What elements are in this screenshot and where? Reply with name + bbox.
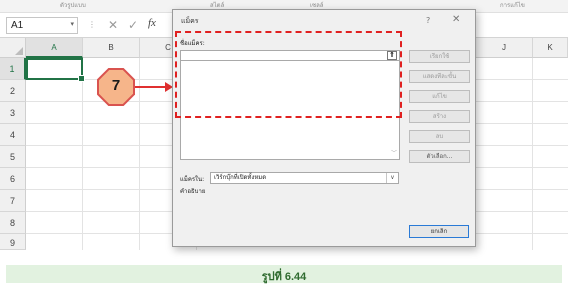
select-all-corner[interactable] <box>0 38 26 58</box>
active-cell-a1[interactable] <box>26 58 85 82</box>
description-label: คำอธิบาย <box>180 188 206 195</box>
cancel-button[interactable]: ยกเลิก <box>409 225 469 238</box>
row-header-7[interactable]: 7 <box>0 190 26 212</box>
column-header-a[interactable]: A <box>26 38 83 58</box>
macros-in-label: แม็ครใน: <box>180 176 205 183</box>
delete-button[interactable]: ลบ <box>409 130 470 143</box>
create-button[interactable]: สร้าง <box>409 110 470 123</box>
screenshot-stage: ตัวรูปแบบ สไตล์ เซลล์ การแก้ไข A1 ▾ ⋮ ✕ … <box>0 0 568 289</box>
edit-button[interactable]: แก้ไข <box>409 90 470 103</box>
column-header-j[interactable]: J <box>476 38 533 58</box>
help-icon[interactable]: ? <box>426 16 430 25</box>
more-options-icon: ⋮ <box>88 20 96 29</box>
macros-in-value: เวิร์กบุ๊กที่เปิดทั้งหมด <box>214 174 267 181</box>
figure-caption-bar: รูปที่ 6.44 <box>6 265 562 283</box>
row-header-6[interactable]: 6 <box>0 168 26 190</box>
row-header-2[interactable]: 2 <box>0 80 26 102</box>
row-header-4[interactable]: 4 <box>0 124 26 146</box>
cancel-icon[interactable]: ✕ <box>108 18 118 32</box>
highlight-frame <box>175 31 402 118</box>
name-box-value: A1 <box>11 20 24 31</box>
row-header-9[interactable]: 9 <box>0 234 26 250</box>
name-box[interactable]: A1 ▾ <box>6 17 78 34</box>
dialog-title: แม็คร <box>181 17 199 25</box>
enter-icon[interactable]: ✓ <box>128 18 138 32</box>
macros-in-select[interactable]: เวิร์กบุ๊กที่เปิดทั้งหมด ∨ <box>210 172 399 184</box>
figure-caption: รูปที่ 6.44 <box>261 271 307 283</box>
scroll-down-icon[interactable]: ﹀ <box>391 148 397 157</box>
step-into-button[interactable]: แสดงทีละขั้น <box>409 70 470 83</box>
step-callout-number: 7 <box>111 77 121 94</box>
chevron-down-icon[interactable]: ▾ <box>70 20 74 28</box>
close-icon[interactable]: ✕ <box>452 14 460 25</box>
row-header-5[interactable]: 5 <box>0 146 26 168</box>
column-header-k[interactable]: K <box>533 38 568 58</box>
row-header-8[interactable]: 8 <box>0 212 26 234</box>
callout-arrow-line <box>135 86 167 88</box>
ribbon-fragment: การแก้ไข <box>500 2 525 9</box>
chevron-down-icon[interactable]: ∨ <box>386 173 398 183</box>
row-header-3[interactable]: 3 <box>0 102 26 124</box>
insert-function-button[interactable]: fx <box>148 17 156 29</box>
options-button[interactable]: ตัวเลือก... <box>409 150 470 163</box>
run-button[interactable]: เรียกใช้ <box>409 50 470 63</box>
ribbon-fragment: ตัวรูปแบบ <box>60 2 86 9</box>
column-header-b[interactable]: B <box>83 38 140 58</box>
row-header-1[interactable]: 1 <box>0 58 26 80</box>
grid-line <box>82 58 83 250</box>
grid-line <box>532 58 533 250</box>
